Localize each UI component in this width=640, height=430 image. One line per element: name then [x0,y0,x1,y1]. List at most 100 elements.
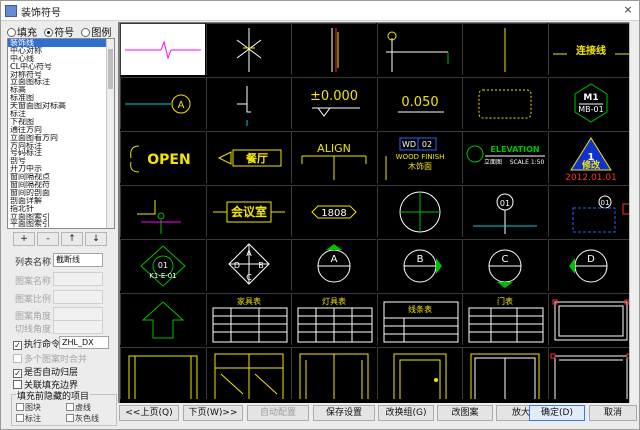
change-group-button[interactable]: 改换组(G) [378,405,434,421]
symbol-preview-cell[interactable]: 01 [462,185,547,237]
symbol-preview-cell[interactable]: OPEN [120,131,205,183]
list-item[interactable]: 指北针 [8,205,114,213]
symbol-preview-cell[interactable]: ±0.000 [291,77,376,129]
symbol-preview-cell[interactable]: WD 02 WOOD FINISH 木饰面 [376,131,462,183]
symbol-preview-cell[interactable] [291,347,376,399]
pattern-angle-input[interactable] [53,307,103,321]
symbol-preview-cell[interactable] [547,293,633,345]
symbol-list[interactable]: 装饰线 中心对称 中心线 CL中心符号 对称符号 立面图标注 标高 标准图 天窗面图对标高 标注下… [7,38,115,229]
list-item[interactable]: 方向标注 [8,142,114,150]
exec-command-input[interactable]: ZHL_DX [59,336,109,349]
hide-block-checkbox[interactable]: 图块 [16,402,41,413]
symbol-preview-cell[interactable]: 家具表 [205,293,291,345]
symbol-preview-cell[interactable] [376,185,462,237]
save-settings-button[interactable]: 保存设置 [313,405,375,421]
change-pattern-button[interactable]: 改图案 [437,405,493,421]
symbol-preview-cell[interactable] [291,23,376,75]
list-item[interactable]: 剖面详解 [8,197,114,205]
list-item[interactable]: 剖号 [8,157,114,165]
radio-symbol[interactable]: 符号 [44,24,74,39]
list-scrollbar[interactable] [106,39,114,228]
symbol-preview-cell[interactable] [205,77,291,129]
auto-layer-checkbox[interactable]: ✓ 是否自动归层 [13,365,78,378]
list-item[interactable]: 窗间隔视符 [8,181,114,189]
list-item[interactable]: 装饰线 [8,39,114,47]
list-item[interactable]: 通往方向 [8,126,114,134]
symbol-preview-cell[interactable]: C [462,239,547,291]
list-item[interactable]: 对称符号 [8,71,114,79]
list-item[interactable]: 窗间的剖面 [8,189,114,197]
list-item[interactable]: 窗间隔视点 [8,173,114,181]
move-down-button[interactable]: ↓ [85,232,107,246]
list-item[interactable]: 立面图索引 [8,213,114,221]
symbol-preview-cell[interactable] [120,293,205,345]
symbol-preview-cell[interactable] [462,77,547,129]
symbol-preview-cell[interactable] [205,23,291,75]
scrollbar-thumb[interactable] [108,49,113,89]
auto-config-button[interactable]: 自动配置 [247,405,309,421]
symbol-preview-cell[interactable] [205,347,291,399]
hide-dim-checkbox[interactable]: 标注 [16,413,41,424]
list-item[interactable]: 平面图索引2 [8,228,114,229]
merge-patterns-checkbox[interactable]: 多个图案时合并 [13,352,87,365]
cancel-button[interactable]: 取消 [589,405,637,421]
symbol-preview-cell[interactable]: 线条表 [376,293,462,345]
symbol-preview-cell[interactable]: 餐厅 [205,131,291,183]
grid-scrollbar[interactable] [629,22,639,403]
radio-legend[interactable]: 图例 [81,24,111,39]
symbol-preview-cell[interactable] [120,23,205,75]
symbol-preview-cell[interactable] [462,347,547,399]
symbol-preview-cell[interactable]: 连接线 [547,23,633,75]
list-name-input[interactable]: 截断线 [53,253,103,267]
symbol-preview-cell[interactable]: A [291,239,376,291]
symbol-preview-cell[interactable] [547,347,633,399]
symbol-preview-cell[interactable]: 灯具表 [291,293,376,345]
symbol-preview-cell[interactable]: 1808 [291,185,376,237]
list-item[interactable]: 下视图 [8,118,114,126]
pattern-name-input[interactable] [53,272,103,286]
symbol-preview-cell[interactable]: 01 K1-E-01 [120,239,205,291]
list-item[interactable]: 立面图看方向 [8,134,114,142]
remove-item-button[interactable]: - [37,232,59,246]
next-page-button[interactable]: 下页(W)>> [183,405,243,421]
symbol-preview-cell[interactable] [120,347,205,399]
symbol-preview-cell[interactable] [462,23,547,75]
symbol-preview-cell[interactable]: B [376,239,462,291]
hide-dashline-checkbox[interactable]: 虚线 [66,402,91,413]
list-item[interactable]: 标注 [8,110,114,118]
symbol-preview-cell[interactable]: A [120,77,205,129]
list-item[interactable]: 中心线 [8,55,114,63]
ok-button[interactable]: 确定(D) [529,405,585,421]
list-item[interactable]: 号码标注 [8,149,114,157]
symbol-preview-cell[interactable]: 门表 [462,293,547,345]
symbol-preview-cell[interactable] [120,185,205,237]
symbol-preview-cell[interactable]: 01 [547,185,633,237]
symbol-preview-cell[interactable]: D [547,239,633,291]
list-item[interactable]: 天窗面图对标高 [8,102,114,110]
symbol-preview-cell[interactable]: 1 修改 2012.01.01 [547,131,633,183]
close-button[interactable]: × [620,3,636,18]
list-item[interactable]: 标高 [8,86,114,94]
symbol-preview-cell[interactable]: AD BC [205,239,291,291]
cut-angle-input[interactable] [53,320,103,334]
symbol-preview-cell[interactable]: 0.050 [376,77,462,129]
list-item[interactable]: 中心对称 [8,47,114,55]
list-item[interactable]: 平面图索引 [8,220,114,228]
list-item[interactable]: 标准图 [8,94,114,102]
move-up-button[interactable]: ↑ [61,232,83,246]
hide-grayline-checkbox[interactable]: 灰色线 [66,413,99,424]
pattern-scale-input[interactable] [53,290,103,304]
symbol-preview-cell[interactable]: M1 MB-01 [547,77,633,129]
prev-page-button[interactable]: <<上页(Q) [119,405,179,421]
symbol-preview-cell[interactable] [376,347,462,399]
list-item[interactable]: 开刀中示 [8,165,114,173]
symbol-preview-cell[interactable]: ALIGN [291,131,376,183]
symbol-preview-cell[interactable] [376,23,462,75]
symbol-preview-cell[interactable]: ELEVATION 立面图 SCALE 1:50 [462,131,547,183]
radio-fill[interactable]: 填充 [7,24,37,39]
symbol-preview-grid[interactable]: 连接线 A ±0.000 0.050 M1 MB-01 OPEN 餐厅 ALIGN WD 02 WOO… [118,22,639,403]
exec-command-checkbox[interactable]: ✓ 执行命令 [13,337,60,350]
list-item[interactable]: 立面图标注 [8,78,114,86]
add-item-button[interactable]: + [13,232,35,246]
list-item[interactable]: CL中心符号 [8,63,114,71]
